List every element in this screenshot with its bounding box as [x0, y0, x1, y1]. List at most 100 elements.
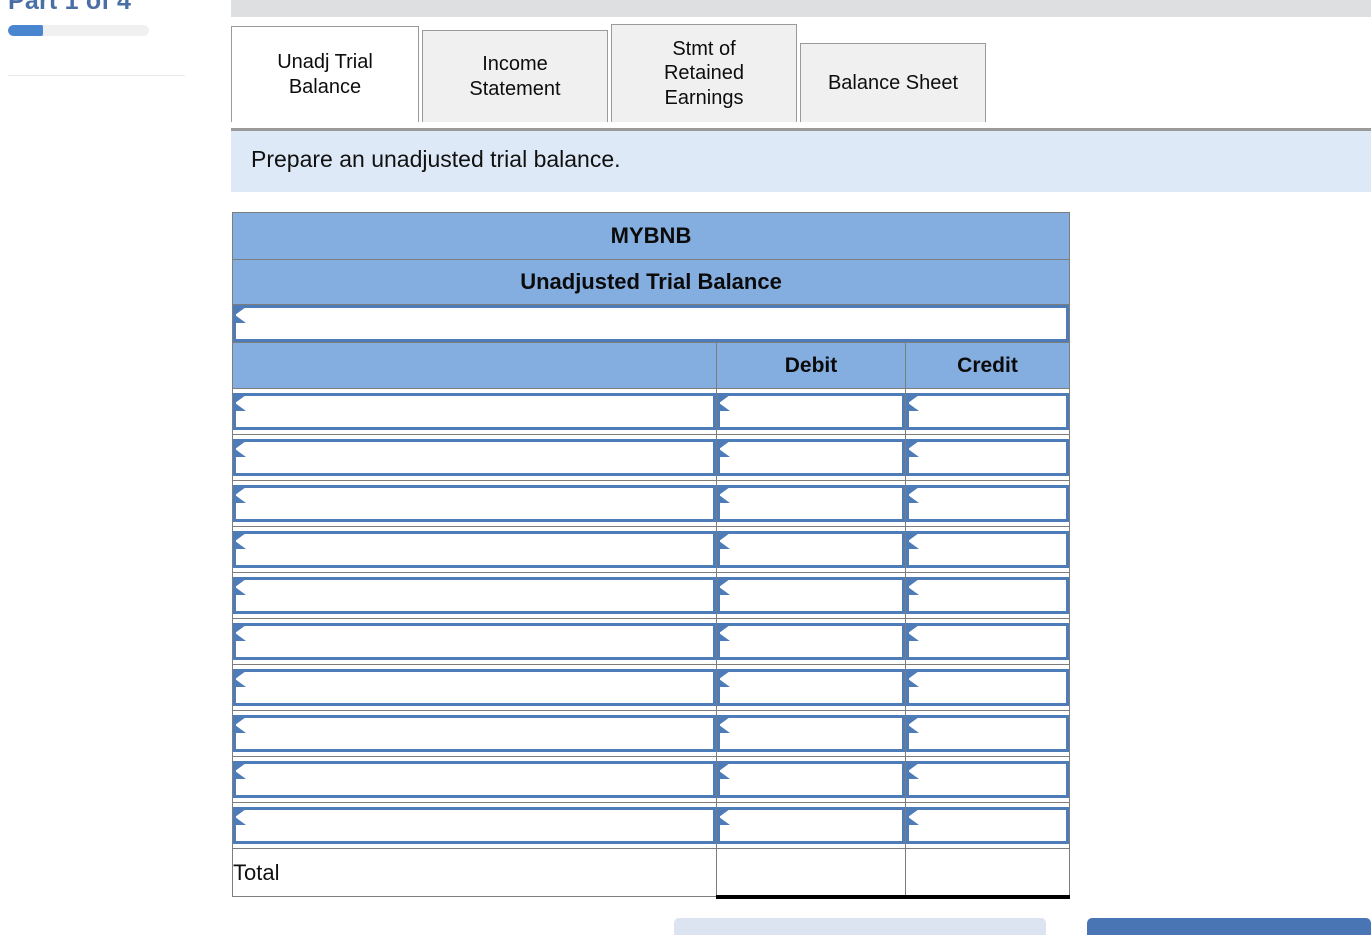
account-input[interactable] — [233, 761, 716, 798]
account-column-header — [232, 342, 717, 389]
debit-input[interactable] — [717, 807, 905, 844]
credit-input[interactable] — [906, 715, 1070, 752]
dropdown-flag-icon — [719, 487, 730, 503]
primary-action-button[interactable] — [1087, 918, 1371, 935]
debit-input-cell[interactable] — [716, 526, 906, 573]
account-input-cell[interactable] — [232, 388, 717, 435]
company-name-cell: MYBNB — [231, 212, 1071, 260]
tab-bar: Unadj Trial Balance Income Statement Stm… — [231, 24, 1371, 131]
tab-stmt-retained-earnings[interactable]: Stmt of Retained Earnings — [611, 24, 797, 122]
debit-input-cell[interactable] — [716, 802, 906, 849]
account-input-cell[interactable] — [232, 756, 717, 803]
debit-input[interactable] — [717, 531, 905, 568]
debit-input[interactable] — [717, 623, 905, 660]
credit-input-cell[interactable] — [904, 480, 1071, 527]
debit-input-cell[interactable] — [716, 388, 906, 435]
debit-input[interactable] — [717, 761, 905, 798]
credit-input[interactable] — [906, 807, 1070, 844]
debit-input-cell[interactable] — [716, 572, 906, 619]
account-input[interactable] — [233, 623, 716, 660]
debit-input[interactable] — [717, 439, 905, 476]
table-column-header-row: Debit Credit — [232, 342, 1071, 389]
total-label: Total — [232, 848, 717, 897]
debit-input[interactable] — [717, 577, 905, 614]
table-date-row — [231, 304, 1071, 343]
account-input[interactable] — [233, 439, 716, 476]
dropdown-flag-icon — [719, 717, 730, 733]
credit-input[interactable] — [906, 485, 1070, 522]
secondary-action-button[interactable] — [674, 918, 1046, 935]
dropdown-flag-icon — [235, 717, 246, 733]
credit-input[interactable] — [906, 623, 1070, 660]
account-input-cell[interactable] — [232, 664, 717, 711]
credit-input[interactable] — [906, 393, 1070, 430]
tab-balance-sheet[interactable]: Balance Sheet — [800, 43, 986, 122]
table-row — [232, 434, 1071, 481]
credit-input-cell[interactable] — [904, 434, 1071, 481]
dropdown-flag-icon — [908, 579, 919, 595]
account-input-cell[interactable] — [232, 526, 717, 573]
sidebar: Part 1 of 4 — [0, 0, 230, 935]
debit-input-cell[interactable] — [716, 710, 906, 757]
debit-input-cell[interactable] — [716, 480, 906, 527]
account-input[interactable] — [233, 807, 716, 844]
credit-input-cell[interactable] — [904, 388, 1071, 435]
credit-input-cell[interactable] — [904, 572, 1071, 619]
date-input[interactable] — [233, 305, 1070, 342]
account-input[interactable] — [233, 393, 716, 430]
tab-income-statement[interactable]: Income Statement — [422, 30, 608, 122]
dropdown-flag-icon — [235, 307, 246, 323]
credit-input-cell[interactable] — [904, 710, 1071, 757]
account-input-cell[interactable] — [232, 434, 717, 481]
sidebar-divider — [8, 75, 185, 76]
part-progress-label: Part 1 of 4 — [8, 0, 132, 15]
dropdown-flag-icon — [908, 487, 919, 503]
dropdown-flag-icon — [908, 809, 919, 825]
account-input-cell[interactable] — [232, 618, 717, 665]
credit-input-cell[interactable] — [904, 664, 1071, 711]
dropdown-flag-icon — [719, 533, 730, 549]
credit-input-cell[interactable] — [904, 756, 1071, 803]
credit-column-header: Credit — [904, 342, 1071, 389]
account-input[interactable] — [233, 531, 716, 568]
debit-input-cell[interactable] — [716, 618, 906, 665]
debit-input[interactable] — [717, 669, 905, 706]
credit-input-cell[interactable] — [904, 618, 1071, 665]
account-input-cell[interactable] — [232, 572, 717, 619]
dropdown-flag-icon — [235, 625, 246, 641]
progress-bar — [8, 25, 149, 36]
debit-input-cell[interactable] — [716, 664, 906, 711]
date-input-cell[interactable] — [231, 304, 1071, 343]
dropdown-flag-icon — [908, 671, 919, 687]
table-row — [232, 572, 1071, 619]
credit-input-cell[interactable] — [904, 802, 1071, 849]
credit-input[interactable] — [906, 531, 1070, 568]
credit-input[interactable] — [906, 761, 1070, 798]
credit-input-cell[interactable] — [904, 526, 1071, 573]
page-root: Part 1 of 4 Unadj Trial Balance Income S… — [0, 0, 1371, 935]
debit-input[interactable] — [717, 485, 905, 522]
dropdown-flag-icon — [719, 625, 730, 641]
account-input-cell[interactable] — [232, 480, 717, 527]
account-input-cell[interactable] — [232, 802, 717, 849]
tab-unadj-trial-balance[interactable]: Unadj Trial Balance — [231, 26, 419, 122]
credit-input[interactable] — [906, 577, 1070, 614]
dropdown-flag-icon — [235, 671, 246, 687]
dropdown-flag-icon — [235, 441, 246, 457]
debit-input-cell[interactable] — [716, 756, 906, 803]
debit-input[interactable] — [717, 715, 905, 752]
debit-column-header: Debit — [716, 342, 906, 389]
statement-title-cell: Unadjusted Trial Balance — [231, 259, 1071, 305]
account-input-cell[interactable] — [232, 710, 717, 757]
account-input[interactable] — [233, 577, 716, 614]
tab-list: Unadj Trial Balance Income Statement Stm… — [231, 24, 989, 122]
dropdown-flag-icon — [235, 487, 246, 503]
debit-input[interactable] — [717, 393, 905, 430]
debit-input-cell[interactable] — [716, 434, 906, 481]
credit-input[interactable] — [906, 439, 1070, 476]
account-input[interactable] — [233, 669, 716, 706]
credit-input[interactable] — [906, 669, 1070, 706]
account-input[interactable] — [233, 485, 716, 522]
account-input[interactable] — [233, 715, 716, 752]
trial-balance-table: MYBNB Unadjusted Trial Balance Debit Cre… — [231, 212, 1071, 899]
